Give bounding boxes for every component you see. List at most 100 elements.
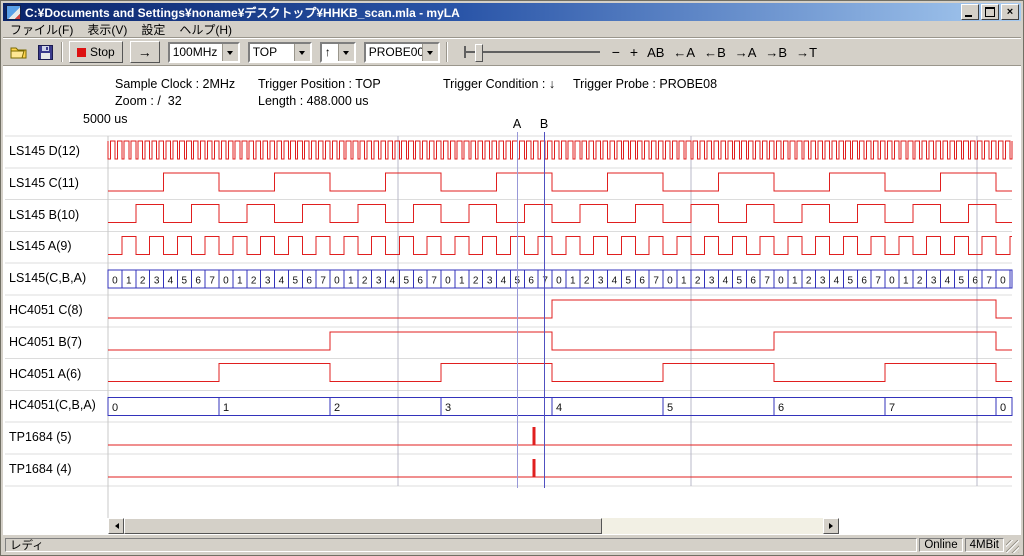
maximize-icon [985, 7, 995, 17]
chevron-down-icon [299, 51, 305, 58]
app-window: C:¥Documents and Settings¥noname¥デスクトップ¥… [0, 0, 1024, 556]
trigger-position-dropdown[interactable] [294, 44, 310, 61]
svg-text:5: 5 [293, 276, 299, 287]
clock-select-dropdown[interactable] [222, 44, 238, 61]
svg-text:5: 5 [959, 276, 965, 287]
chevron-down-icon [227, 51, 233, 58]
open-folder-icon [10, 45, 28, 59]
window-buttons: × [961, 4, 1019, 20]
trigger-position-label: Trigger Position : TOP [258, 77, 381, 91]
svg-text:6: 6 [195, 276, 201, 287]
run-button[interactable]: → [130, 41, 160, 63]
svg-text:4: 4 [501, 276, 507, 287]
svg-text:5: 5 [667, 402, 673, 414]
svg-text:6: 6 [972, 276, 978, 287]
svg-text:3: 3 [445, 402, 451, 414]
horizontal-scrollbar[interactable] [108, 518, 839, 534]
status-message: レディ [5, 538, 917, 552]
save-button[interactable] [35, 43, 55, 61]
clock-select-value: 100MHz [170, 44, 222, 61]
app-icon [6, 5, 21, 20]
svg-text:0: 0 [112, 402, 118, 414]
trigger-edge-dropdown[interactable] [338, 44, 354, 61]
trigger-position-value: TOP [250, 44, 294, 61]
titlebar[interactable]: C:¥Documents and Settings¥noname¥デスクトップ¥… [3, 3, 1021, 21]
svg-text:5: 5 [404, 276, 410, 287]
toolbar-nav-button-3[interactable]: ←B [704, 45, 726, 60]
maximize-button[interactable] [981, 4, 999, 20]
time-scale-label: 5000 us [83, 112, 127, 126]
open-file-button[interactable] [9, 43, 29, 61]
svg-text:2: 2 [917, 276, 923, 287]
svg-text:2: 2 [473, 276, 479, 287]
waveform-plot[interactable]: 0123456701234567012345670123456701234567… [3, 130, 1021, 522]
svg-text:0: 0 [445, 276, 451, 287]
menu-item-3[interactable]: 設定 [134, 20, 172, 39]
menu-item-4[interactable]: ヘルプ(H) [172, 20, 239, 39]
svg-text:1: 1 [237, 276, 243, 287]
toolbar-nav-button-4[interactable]: →A [735, 45, 757, 60]
zoom-out-button[interactable]: − [612, 44, 620, 60]
svg-text:0: 0 [223, 276, 229, 287]
scroll-left-button[interactable] [108, 518, 124, 534]
svg-text:3: 3 [154, 276, 160, 287]
chevron-down-icon [427, 51, 433, 58]
probe-select[interactable]: PROBE00 [364, 42, 440, 63]
svg-text:4: 4 [556, 402, 562, 414]
clock-select[interactable]: 100MHz [168, 42, 240, 63]
resize-grip[interactable] [1006, 540, 1019, 553]
status-online: Online [919, 538, 962, 552]
svg-text:6: 6 [528, 276, 534, 287]
stop-button-label: Stop [90, 45, 115, 59]
svg-text:2: 2 [584, 276, 590, 287]
zoom-slider-thumb[interactable] [475, 44, 483, 62]
slider-track[interactable] [466, 51, 600, 53]
svg-text:7: 7 [889, 402, 895, 414]
svg-text:1: 1 [570, 276, 576, 287]
trigger-probe-label: Trigger Probe : PROBE08 [573, 77, 717, 91]
trigger-position-select[interactable]: TOP [248, 42, 312, 63]
svg-text:0: 0 [778, 276, 784, 287]
probe-select-value: PROBE00 [366, 44, 422, 61]
svg-text:4: 4 [168, 276, 174, 287]
close-icon: × [1007, 7, 1013, 18]
scrollbar-thumb[interactable] [124, 518, 602, 534]
arrow-right-icon [829, 523, 836, 529]
menu-item-1[interactable]: ファイル(F) [3, 20, 80, 39]
svg-text:1: 1 [792, 276, 798, 287]
svg-text:2: 2 [695, 276, 701, 287]
scroll-right-button[interactable] [823, 518, 839, 534]
menu-item-2[interactable]: 表示(V) [80, 20, 134, 39]
svg-text:1: 1 [459, 276, 465, 287]
svg-text:1: 1 [903, 276, 909, 287]
stop-button[interactable]: Stop [69, 41, 123, 63]
menubar: ファイル(F)表示(V)設定ヘルプ(H) [3, 21, 1021, 38]
toolbar-nav-button-5[interactable]: →B [765, 45, 787, 60]
waveform-pane: Sample Clock : 2MHz Trigger Position : T… [3, 66, 1021, 535]
floppy-disk-icon [38, 45, 53, 60]
zoom-in-button[interactable]: + [630, 44, 638, 60]
zoom-label: Zoom : / 32 [115, 94, 182, 108]
toolbar-nav-button-2[interactable]: ←A [673, 45, 695, 60]
toolbar-nav-button-6[interactable]: →T [796, 45, 817, 60]
svg-text:5: 5 [182, 276, 188, 287]
svg-text:3: 3 [265, 276, 271, 287]
minimize-button[interactable] [961, 4, 979, 20]
cursor-b-label[interactable]: B [538, 117, 550, 131]
toolbar-separator [446, 42, 448, 62]
probe-select-dropdown[interactable] [422, 44, 438, 61]
svg-text:6: 6 [778, 402, 784, 414]
trigger-edge-select[interactable]: ↑ [320, 42, 356, 63]
svg-text:5: 5 [626, 276, 632, 287]
cursor-a-label[interactable]: A [511, 117, 523, 131]
zoom-slider[interactable] [464, 42, 600, 62]
svg-text:0: 0 [556, 276, 562, 287]
svg-text:3: 3 [709, 276, 715, 287]
svg-text:7: 7 [764, 276, 770, 287]
close-button[interactable]: × [1001, 4, 1019, 20]
svg-text:4: 4 [612, 276, 618, 287]
svg-text:6: 6 [306, 276, 312, 287]
svg-text:3: 3 [931, 276, 937, 287]
toolbar-nav-button-1[interactable]: AB [647, 45, 664, 60]
svg-text:0: 0 [334, 276, 340, 287]
